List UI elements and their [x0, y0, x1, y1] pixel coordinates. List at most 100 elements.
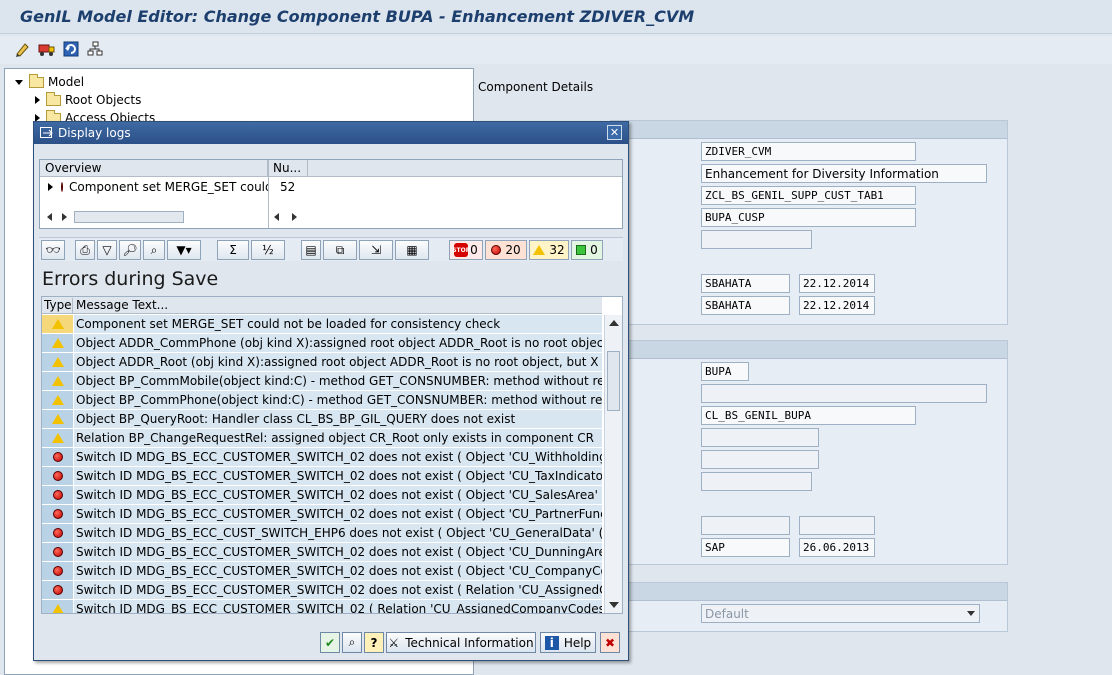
message-text-cell: Switch ID MDG_BS_ECC_CUSTOMER_SWITCH_02 …: [74, 562, 602, 580]
help-button[interactable]: i Help: [540, 632, 596, 653]
table-row[interactable]: Switch ID MDG_BS_ECC_CUSTOMER_SWITCH_02 …: [42, 505, 602, 524]
component-field[interactable]: BUPA_CUSP: [701, 208, 916, 227]
horizontal-scrollbar[interactable]: [44, 210, 262, 224]
table-row[interactable]: Switch ID MDG_BS_ECC_CUSTOMER_SWITCH_02 …: [42, 600, 602, 613]
type-column-header[interactable]: Type: [42, 298, 73, 314]
expand-arrow-icon[interactable]: [48, 183, 53, 191]
confirm-button[interactable]: ✔: [320, 632, 340, 653]
transport-icon[interactable]: [38, 40, 56, 58]
error-count-button[interactable]: 20: [485, 240, 527, 260]
table-row[interactable]: Switch ID MDG_BS_ECC_CUST_SWITCH_EHP6 do…: [42, 524, 602, 543]
total-button[interactable]: Σ: [217, 240, 249, 260]
changed-by-field[interactable]: SBAHATA: [701, 296, 790, 315]
table-row[interactable]: Object BP_CommPhone(object kind:C) - met…: [42, 391, 602, 410]
layout-icon: ▦: [406, 243, 418, 257]
table-row[interactable]: Object BP_CommMobile(object kind:C) - me…: [42, 372, 602, 391]
dialog-button-bar: ✔ ⌕ ? ⚔︎ Technical Information i Help ✖: [34, 627, 628, 659]
table-row[interactable]: Switch ID MDG_BS_ECC_CUSTOMER_SWITCH_02 …: [42, 581, 602, 600]
empty-field[interactable]: [701, 516, 790, 535]
stop-count-button[interactable]: STOP 0: [449, 240, 483, 260]
orig-user-field[interactable]: SAP: [701, 538, 790, 557]
details-button[interactable]: 👓︎: [41, 240, 65, 260]
print-button[interactable]: ⎙: [75, 240, 95, 260]
edit-icon[interactable]: [14, 40, 32, 58]
number-column-header[interactable]: Nu...: [268, 160, 308, 177]
set-filter-button[interactable]: ▼▾: [167, 240, 201, 260]
find-button[interactable]: 🔎︎: [119, 240, 141, 260]
find-next-button[interactable]: ⌕: [143, 240, 165, 260]
print-preview-button[interactable]: ▤: [301, 240, 321, 260]
chevron-down-icon[interactable]: [967, 611, 975, 616]
table-row[interactable]: Switch ID MDG_BS_ECC_CUSTOMER_SWITCH_02 …: [42, 543, 602, 562]
overview-row[interactable]: Component set MERGE_SET could not be loa…: [48, 180, 268, 194]
hierarchy-icon[interactable]: [86, 40, 104, 58]
table-row[interactable]: Switch ID MDG_BS_ECC_CUSTOMER_SWITCH_02 …: [42, 486, 602, 505]
warning-icon: [51, 433, 64, 443]
refresh-icon[interactable]: [62, 40, 80, 58]
scroll-up-icon[interactable]: [609, 320, 619, 326]
tree-node-label: Model: [48, 75, 85, 89]
collapse-arrow-icon[interactable]: [35, 96, 40, 104]
table-row[interactable]: Switch ID MDG_BS_ECC_CUSTOMER_SWITCH_02 …: [42, 448, 602, 467]
changed-on-field[interactable]: 22.12.2014: [799, 296, 875, 315]
empty-field[interactable]: [701, 428, 819, 447]
overview-row-text: Component set MERGE_SET could not be loa…: [69, 180, 268, 194]
table-row[interactable]: Object ADDR_CommPhone (obj kind X):assig…: [42, 334, 602, 353]
info-count-button[interactable]: 0: [571, 240, 603, 260]
layout-button[interactable]: ▦: [395, 240, 429, 260]
empty-field[interactable]: [701, 450, 819, 469]
warning-count-button[interactable]: 32: [529, 240, 569, 260]
close-button[interactable]: ✕: [607, 125, 622, 140]
table-row[interactable]: Switch ID MDG_BS_ECC_CUSTOMER_SWITCH_02 …: [42, 467, 602, 486]
table-row[interactable]: Relation BP_ChangeRequestRel: assigned o…: [42, 429, 602, 448]
scroll-thumb[interactable]: [607, 351, 620, 411]
empty-field[interactable]: [799, 516, 875, 535]
cancel-button[interactable]: ✖: [600, 632, 620, 653]
handler-class-field[interactable]: CL_BS_GENIL_BUPA: [701, 406, 916, 425]
message-text-cell: Switch ID MDG_BS_ECC_CUSTOMER_SWITCH_02 …: [74, 505, 602, 523]
message-text-cell: Switch ID MDG_BS_ECC_CUSTOMER_SWITCH_02 …: [74, 600, 602, 613]
column-divider: [268, 160, 269, 228]
orig-date-field[interactable]: 26.06.2013: [799, 538, 875, 557]
expand-arrow-icon[interactable]: [15, 79, 23, 85]
table-row[interactable]: Component set MERGE_SET could not be loa…: [42, 315, 602, 334]
find-log-button[interactable]: ⌕: [342, 632, 362, 653]
overview-row-count: 52: [280, 180, 296, 194]
created-by-field[interactable]: SBAHATA: [701, 274, 790, 293]
scroll-right-icon[interactable]: [62, 213, 67, 221]
message-text-cell: Object BP_CommPhone(object kind:C) - met…: [74, 391, 602, 409]
table-row[interactable]: Object ADDR_Root (obj kind X):assigned r…: [42, 353, 602, 372]
message-column-header[interactable]: Message Text...: [74, 298, 168, 312]
table-row[interactable]: Switch ID MDG_BS_ECC_CUSTOMER_SWITCH_02 …: [42, 562, 602, 581]
tree-node-model[interactable]: Model: [15, 73, 84, 91]
scroll-thumb[interactable]: [74, 211, 184, 223]
empty-field[interactable]: [701, 230, 812, 249]
views-button[interactable]: ⧉: [323, 240, 357, 260]
empty-field[interactable]: [701, 384, 987, 403]
export-button[interactable]: ⇲: [359, 240, 393, 260]
scroll-down-icon[interactable]: [609, 602, 619, 608]
log-heading: Errors during Save: [42, 268, 219, 290]
tree-node-root-objects[interactable]: Root Objects: [35, 91, 141, 109]
scroll-left-icon[interactable]: [47, 213, 52, 221]
stop-count: 0: [470, 243, 478, 257]
scroll-left-icon[interactable]: [274, 213, 279, 221]
enhancement-field[interactable]: ZDIVER_CVM: [701, 142, 916, 161]
comp-name-field[interactable]: BUPA: [701, 362, 749, 381]
technical-information-button[interactable]: ⚔︎ Technical Information: [386, 632, 536, 653]
help-info-button[interactable]: ?: [364, 632, 384, 653]
subtotal-button[interactable]: ½: [251, 240, 285, 260]
tree-node-label: Root Objects: [65, 93, 142, 107]
default-select[interactable]: Default: [701, 604, 980, 623]
filter-button[interactable]: ▽: [97, 240, 117, 260]
scroll-right-icon[interactable]: [292, 213, 297, 221]
error-icon: [52, 528, 63, 538]
vertical-scrollbar[interactable]: [604, 315, 622, 613]
empty-field[interactable]: [701, 472, 812, 491]
created-on-field[interactable]: 22.12.2014: [799, 274, 875, 293]
description-field[interactable]: Enhancement for Diversity Information: [701, 164, 987, 183]
table-row[interactable]: Object BP_QueryRoot: Handler class CL_BS…: [42, 410, 602, 429]
overview-column-header[interactable]: Overview: [40, 160, 268, 177]
class-field[interactable]: ZCL_BS_GENIL_SUPP_CUST_TAB1: [701, 186, 916, 205]
horizontal-scrollbar[interactable]: [272, 210, 306, 224]
